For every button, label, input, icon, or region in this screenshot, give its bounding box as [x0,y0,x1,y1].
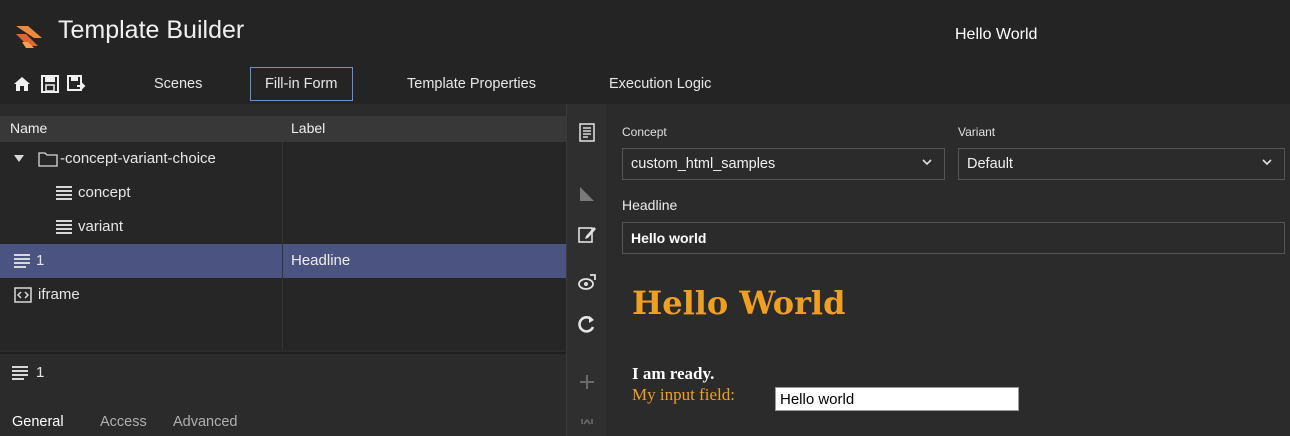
edit-icon[interactable] [577,224,597,244]
text-field-icon [56,220,72,234]
expand-caret-icon[interactable] [14,155,24,163]
text-field-icon [56,186,72,200]
tab-execution-logic[interactable]: Execution Logic [595,66,725,102]
tree-view: -concept-variant-choice concept variant … [0,142,566,350]
preview-title: Hello World [632,284,846,322]
tab-general[interactable]: General [12,414,64,430]
concept-label: Concept [622,125,667,139]
tree-header: Name Label [0,116,566,142]
refresh-icon[interactable] [577,314,597,334]
tab-advanced[interactable]: Advanced [173,414,238,430]
collapse-icon[interactable] [577,416,597,436]
tree-row-label: Headline [291,252,351,269]
app-logo-icon [16,26,42,48]
iframe-icon [14,287,32,303]
concept-select[interactable]: custom_html_samples [622,148,945,180]
variant-select-value: Default [967,156,1013,172]
scene-title: Hello World [955,26,1038,43]
ruler-icon[interactable] [577,184,597,204]
tree-row-variant[interactable]: variant [0,210,566,244]
save-icon[interactable] [40,74,60,94]
column-divider[interactable] [282,142,283,350]
home-icon[interactable] [12,74,32,94]
save-as-icon[interactable] [66,74,86,94]
main-toolbar: Scenes Fill-in Form Template Properties … [0,66,1290,104]
selected-item-name: 1 [36,364,45,381]
column-header-label[interactable]: Label [291,120,325,136]
tree-row-name: iframe [38,286,80,303]
folder-icon [38,152,58,167]
preview-ready-text: I am ready. [632,364,715,383]
chevron-down-icon [922,159,932,166]
title-bar: Template Builder Hello World [0,0,1290,66]
tree-row-name: variant [78,218,124,235]
variant-select[interactable]: Default [958,148,1285,180]
html-preview: Hello World I am ready. My input field: … [624,264,1284,434]
variant-label: Variant [958,125,996,139]
preview-input-label: My input field: [632,385,735,404]
tab-scenes[interactable]: Scenes [140,66,216,102]
tree-row-concept-variant-choice[interactable]: -concept-variant-choice [0,142,566,176]
text-field-icon [14,254,30,268]
tab-access[interactable]: Access [100,414,147,430]
form-icon[interactable] [577,122,597,142]
vertical-toolbar [566,104,606,436]
column-header-name[interactable]: Name [10,120,47,136]
chevron-down-icon [1262,159,1272,166]
app-title: Template Builder [58,16,245,44]
preview-input-field[interactable]: Hello world [775,387,1019,411]
text-field-icon [12,366,28,380]
tab-fill-in-form[interactable]: Fill-in Form [250,67,353,101]
properties-tabs: General Access Advanced [0,392,566,436]
add-icon[interactable] [577,372,597,392]
tab-template-properties[interactable]: Template Properties [393,66,550,102]
preview-icon[interactable] [577,272,597,292]
tree-row-name: concept [78,184,131,201]
headline-label: Headline [622,197,678,213]
tree-row-name: -concept-variant-choice [60,150,216,167]
tree-row-concept[interactable]: concept [0,176,566,210]
left-panel: Name Label -concept-variant-choice conce… [0,104,566,436]
tree-row-headline[interactable]: 1 Headline [0,244,566,278]
tree-row-iframe[interactable]: iframe [0,278,566,312]
fill-in-form-panel: Concept custom_html_samples Variant Defa… [606,104,1290,436]
tree-row-name: 1 [36,252,45,269]
headline-input[interactable]: Hello world [622,222,1285,254]
selected-item-bar: 1 [0,352,566,392]
concept-select-value: custom_html_samples [631,156,776,172]
